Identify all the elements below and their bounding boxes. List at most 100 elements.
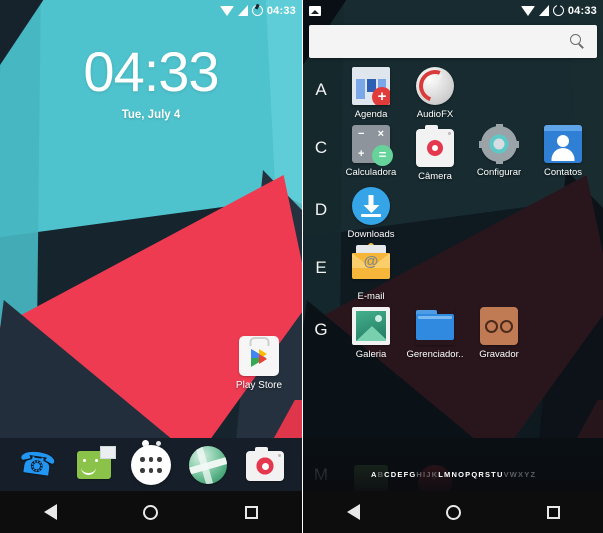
home-status-bar: 04:33: [0, 0, 302, 21]
dock-item-messaging[interactable]: [73, 444, 116, 486]
screenshot-stage: 04:33 04:33 Tue, July 4 Play Store ☎ 04:…: [0, 0, 603, 533]
app-item-email[interactable]: @ E-mail: [339, 243, 403, 302]
calculator-icon: − × + =: [352, 125, 393, 166]
app-label: AudioFX: [416, 109, 454, 120]
app-item-contatos[interactable]: Contatos: [531, 125, 595, 182]
phone-icon: ☎: [15, 445, 58, 484]
app-item-downloads[interactable]: Downloads: [339, 187, 403, 240]
dock-item-browser[interactable]: [187, 444, 229, 486]
contacts-icon: [544, 125, 582, 163]
app-item-agenda[interactable]: + Agenda: [339, 67, 403, 120]
alpha-index-letter[interactable]: F: [404, 470, 409, 479]
signal-icon: [538, 5, 549, 16]
battery-icon: [251, 5, 263, 16]
alpha-index-letter[interactable]: M: [444, 470, 450, 479]
recents-square-icon: [245, 505, 259, 519]
app-label: Agenda: [354, 109, 388, 120]
alpha-index-letter[interactable]: O: [458, 470, 464, 479]
app-list[interactable]: A + Agenda AudioFX C − × + = Calculadora…: [303, 64, 603, 491]
alpha-index-letter[interactable]: T: [491, 470, 496, 479]
recents-square-icon: [546, 505, 560, 519]
alpha-index-letter[interactable]: W: [510, 470, 517, 479]
alpha-index-letter[interactable]: P: [465, 470, 470, 479]
alpha-index-letter[interactable]: E: [397, 470, 402, 479]
nav-back-button[interactable]: [20, 491, 80, 533]
app-item-configurar[interactable]: Configurar: [467, 124, 531, 182]
folder-icon: [416, 307, 454, 345]
gallery-photo-icon: [352, 307, 390, 345]
apps-grid-icon: [130, 445, 171, 485]
app-label: Câmera: [418, 171, 452, 182]
alpha-index-letter[interactable]: D: [391, 470, 396, 479]
status-clock: 04:33: [266, 4, 296, 17]
app-drawer-phone: 04:33 A + Agenda AudioFX C − × + = Calcu…: [303, 0, 603, 533]
section-letter: D: [314, 200, 328, 219]
section-letter: G: [314, 320, 328, 339]
shortcut-play-store[interactable]: Play Store: [228, 336, 290, 391]
shortcut-label: Play Store: [235, 380, 283, 391]
app-item-calculadora[interactable]: − × + = Calculadora: [339, 125, 403, 182]
alpha-index-letter[interactable]: Q: [471, 470, 477, 479]
alpha-index-letter[interactable]: J: [426, 470, 430, 479]
camera-icon: [416, 125, 454, 167]
alpha-index-letter[interactable]: H: [416, 470, 421, 479]
alpha-index-letter[interactable]: K: [432, 470, 437, 479]
search-icon[interactable]: [570, 34, 585, 49]
alpha-index-letter[interactable]: R: [478, 470, 483, 479]
alpha-index-letter[interactable]: Y: [524, 470, 529, 479]
app-label: E-mail: [357, 291, 385, 302]
clock-widget[interactable]: 04:33 Tue, July 4: [0, 44, 302, 122]
app-item-gerenciador[interactable]: Gerenciador..: [403, 307, 467, 360]
alpha-index-letter[interactable]: G: [409, 470, 415, 479]
app-label: Gerenciador..: [406, 349, 464, 360]
app-item-camera[interactable]: Câmera: [403, 125, 467, 182]
nav-home-button[interactable]: [121, 491, 181, 533]
app-label: Downloads: [347, 229, 395, 240]
signal-icon: [237, 5, 248, 16]
gear-icon: [479, 124, 519, 164]
dock-item-camera[interactable]: [244, 444, 286, 486]
alpha-index-letter[interactable]: X: [518, 470, 523, 479]
calendar-icon: +: [352, 67, 390, 105]
home-navigation-bar: [0, 491, 302, 533]
alpha-index-letter[interactable]: Z: [530, 470, 535, 479]
section-letter: A: [315, 80, 327, 99]
section-letter: E: [315, 258, 327, 277]
alpha-index-letter[interactable]: I: [423, 470, 425, 479]
app-item-galeria[interactable]: Galeria: [339, 307, 403, 360]
alpha-index-letter[interactable]: B: [378, 470, 383, 479]
nav-back-button[interactable]: [323, 491, 383, 533]
app-item-gravador[interactable]: Gravador: [467, 307, 531, 360]
play-store-icon: [239, 336, 279, 376]
back-triangle-icon: [43, 504, 57, 520]
alpha-index-letter[interactable]: N: [451, 470, 456, 479]
dock-item-app-drawer[interactable]: [130, 444, 172, 486]
nav-home-button[interactable]: [423, 491, 483, 533]
dock-item-phone[interactable]: ☎: [16, 444, 58, 486]
search-input[interactable]: [309, 33, 570, 50]
messaging-icon: [76, 446, 116, 479]
drawer-status-bar: 04:33: [303, 0, 603, 21]
app-section-c: C − × + = Calculadora Câmera Configurar …: [303, 122, 603, 184]
drawer-search-bar[interactable]: [309, 25, 597, 58]
nav-recents-button[interactable]: [222, 491, 282, 533]
camera-icon: [246, 447, 285, 481]
app-label: Configurar: [476, 167, 522, 178]
battery-icon: [552, 5, 564, 16]
alpha-index-letter[interactable]: S: [485, 470, 490, 479]
download-icon: [352, 187, 390, 225]
wifi-icon: [520, 5, 535, 16]
alpha-index-letter[interactable]: L: [438, 470, 443, 479]
home-dock: ☎: [0, 441, 302, 489]
drawer-navigation-bar: [303, 491, 603, 533]
alpha-index-letter[interactable]: U: [497, 470, 502, 479]
app-item-audiofx[interactable]: AudioFX: [403, 67, 467, 120]
back-triangle-icon: [346, 504, 360, 520]
alpha-index-letter[interactable]: V: [504, 470, 509, 479]
alphabet-index[interactable]: ABCDEFGHIJKLMNOPQRSTUVWXYZ: [303, 468, 603, 481]
alpha-index-letter[interactable]: A: [371, 470, 376, 479]
audio-knob-icon: [416, 67, 454, 105]
alpha-index-letter[interactable]: C: [384, 470, 389, 479]
app-label: Galeria: [355, 349, 387, 360]
nav-recents-button[interactable]: [523, 491, 583, 533]
